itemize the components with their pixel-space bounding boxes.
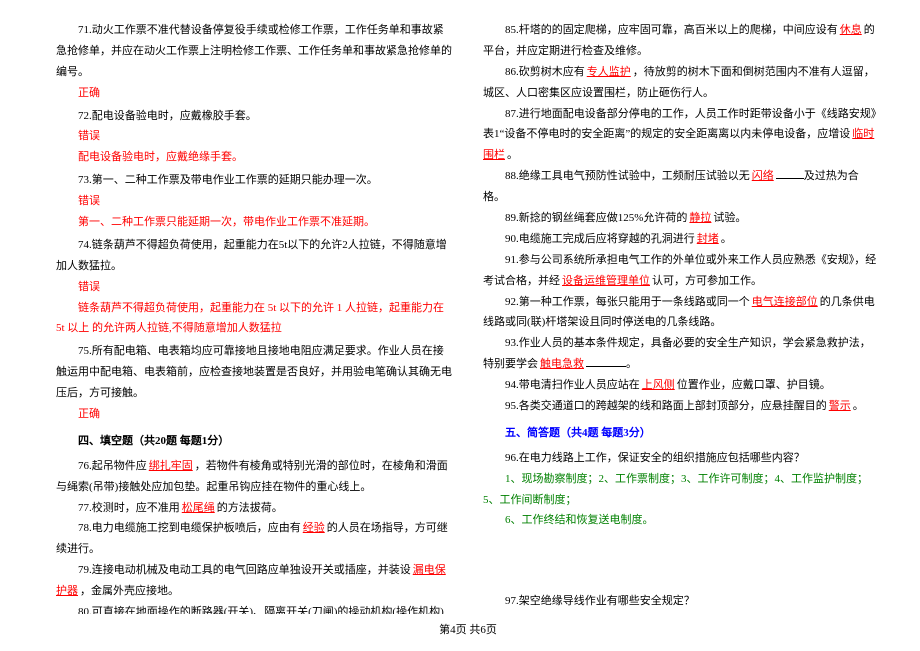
q86-blank: 专人监护 <box>585 66 633 78</box>
q96-text: 96.在电力线路上工作，保证安全的组织措施应包括哪些内容？ <box>483 448 880 469</box>
q72-answer-b: 配电设备验电时，应戴绝缘手套。 <box>56 147 453 168</box>
q85-blank: 休息 <box>838 24 864 36</box>
q73-answer-b: 第一、二种工作票只能延期一次，带电作业工作票不准延期。 <box>56 212 453 233</box>
q92: 92.第一种工作票，每张只能用于一条线路或同一个电气连接部位的几条供电线路或同(… <box>483 292 880 334</box>
q88-a: 88.绝缘工具电气预防性试验中，工频耐压试验以无 <box>505 170 750 182</box>
q80-a: 80.可直接在地面操作的断路器(开关)、隔离开关(刀闸)的操动机构(操作机构)应 <box>56 606 444 614</box>
q93: 93.作业人员的基本条件规定，具备必要的安全生产知识，学会紧急救护法，特别要学会… <box>483 333 880 375</box>
q71: 71.动火工作票不准代替设备停复役手续或检修工作票，工作任务单和事故紧急抢修单，… <box>56 20 453 104</box>
q90: 90.电缆施工完成后应将穿越的孔洞进行封堵。 <box>483 229 880 250</box>
q87: 87.进行地面配电设备部分停电的工作，人员工作时距带设备小于《线路安规》表1“设… <box>483 104 880 167</box>
q90-c: 。 <box>721 233 732 245</box>
q79-a: 79.连接电动机械及电动工具的电气回路应单独设开关或插座，并装设 <box>78 564 411 576</box>
q92-a: 92.第一种工作票，每张只能用于一条线路或同一个 <box>505 296 750 308</box>
q90-blank: 封堵 <box>695 233 721 245</box>
q91-blank: 设备运维管理单位 <box>560 275 652 287</box>
q76-blank: 绑扎牢固 <box>147 460 195 472</box>
q74-answer-b: 链条葫芦不得超负荷使用，起重能力在 5t 以下的允许 1 人拉链，起重能力在 5… <box>56 298 453 340</box>
section-4-title: 四、填空题（共20题 每题1分） <box>56 431 453 452</box>
q75-text: 75.所有配电箱、电表箱均应可靠接地且接地电阻应满足要求。作业人员在接触运用中配… <box>56 341 453 404</box>
q73-answer-a: 错误 <box>56 191 453 212</box>
q72-text: 72.配电设备验电时，应戴橡胶手套。 <box>56 106 453 127</box>
q77-a: 77.校测时，应不准用 <box>78 502 180 514</box>
q96-answer-b: 6、工作终结和恢复送电制度。 <box>483 510 880 531</box>
q77: 77.校测时，应不准用松尾绳的方法拔荷。 <box>56 498 453 519</box>
q78-blank: 经验 <box>301 522 327 534</box>
page: 71.动火工作票不准代替设备停复役手续或检修工作票，工作任务单和事故紧急抢修单，… <box>0 0 920 651</box>
q71-text: 71.动火工作票不准代替设备停复役手续或检修工作票，工作任务单和事故紧急抢修单，… <box>56 20 453 83</box>
q77-c: 的方法拔荷。 <box>217 502 283 514</box>
spacer <box>483 531 880 591</box>
q89-a: 89.新捻的钢丝绳套应做125%允许荷的 <box>505 212 687 224</box>
q73: 73.第一、二种工作票及带电作业工作票的延期只能办理一次。 错误 第一、二种工作… <box>56 170 453 233</box>
right-column: 85.杆塔的的固定爬梯，应牢固可靠，高百米以上的爬梯，中间应设有休息的平台，并应… <box>483 20 880 614</box>
q79-c: ，金属外壳应接地。 <box>80 585 179 597</box>
q77-blank: 松尾绳 <box>180 502 217 514</box>
q89: 89.新捻的钢丝绳套应做125%允许荷的静拉试验。 <box>483 208 880 229</box>
q85: 85.杆塔的的固定爬梯，应牢固可靠，高百米以上的爬梯，中间应设有休息的平台，并应… <box>483 20 880 62</box>
q91-c: 认可，方可参加工作。 <box>652 275 762 287</box>
q75-answer: 正确 <box>56 404 453 425</box>
q95-a: 95.各类交通道口的跨越架的线和路面上部封顶部分，应悬挂醒目的 <box>505 400 827 412</box>
q74-text: 74.链条葫芦不得超负荷使用，起重能力在5t以下的允许2人拉链，不得随意增加人数… <box>56 235 453 277</box>
q89-blank: 静拉 <box>687 212 713 224</box>
q90-a: 90.电缆施工完成后应将穿越的孔洞进行 <box>505 233 695 245</box>
q80: 80.可直接在地面操作的断路器(开关)、隔离开关(刀闸)的操动机构(操作机构)应… <box>56 602 453 614</box>
left-column: 71.动火工作票不准代替设备停复役手续或检修工作票，工作任务单和事故紧急抢修单，… <box>56 20 453 614</box>
q72-answer-a: 错误 <box>56 126 453 147</box>
q91: 91.参与公司系统所承担电气工作的外单位或外来工作人员应熟悉《安规》，经考试合格… <box>483 250 880 292</box>
q92-blank: 电气连接部位 <box>750 296 820 308</box>
q88: 88.绝缘工具电气预防性试验中，工频耐压试验以无闪络及过热为合格。 <box>483 166 880 208</box>
q74-answer-a: 错误 <box>56 277 453 298</box>
q88-blank2 <box>776 178 804 179</box>
q76-a: 76.起吊物件应 <box>78 460 147 472</box>
q72: 72.配电设备验电时，应戴橡胶手套。 错误 配电设备验电时，应戴绝缘手套。 <box>56 106 453 169</box>
q78: 78.电力电缆施工挖到电缆保护板喷后，应由有经验的人员在场指导，方可继续进行。 <box>56 518 453 560</box>
q96-answer-a: 1、现场勘察制度；2、工作票制度；3、工作许可制度；4、工作监护制度；5、工作间… <box>483 469 880 511</box>
q79: 79.连接电动机械及电动工具的电气回路应单独设开关或插座，并装设漏电保护器，金属… <box>56 560 453 602</box>
q93-blank2 <box>586 366 626 367</box>
q93-c: 。 <box>626 358 637 370</box>
q95-c: 。 <box>853 400 864 412</box>
q97-text: 97.架空绝缘导线作业有哪些安全规定？ <box>483 591 880 612</box>
q88-blank: 闪络 <box>750 170 776 182</box>
q78-a: 78.电力电缆施工挖到电缆保护板喷后，应由有 <box>78 522 301 534</box>
section-5-title: 五、简答题（共4题 每题3分） <box>483 423 880 444</box>
columns: 71.动火工作票不准代替设备停复役手续或检修工作票，工作任务单和事故紧急抢修单，… <box>56 20 880 614</box>
q75: 75.所有配电箱、电表箱均应可靠接地且接地电阻应满足要求。作业人员在接触运用中配… <box>56 341 453 425</box>
q89-c: 试验。 <box>713 212 746 224</box>
q94-c: 位置作业，应戴口罩、护目镜。 <box>677 379 831 391</box>
q95: 95.各类交通道口的跨越架的线和路面上部封顶部分，应悬挂醒目的警示。 <box>483 396 880 417</box>
q76: 76.起吊物件应绑扎牢固，若物件有棱角或特别光滑的部位时，在棱角和滑面与绳索(吊… <box>56 456 453 498</box>
q87-c: 。 <box>507 149 518 161</box>
q73-text: 73.第一、二种工作票及带电作业工作票的延期只能办理一次。 <box>56 170 453 191</box>
q74: 74.链条葫芦不得超负荷使用，起重能力在5t以下的允许2人拉链，不得随意增加人数… <box>56 235 453 339</box>
q87-a: 87.进行地面配电设备部分停电的工作，人员工作时距带设备小于《线路安规》表1“设… <box>483 108 876 141</box>
q93-blank: 触电急救 <box>538 358 586 370</box>
q85-a: 85.杆塔的的固定爬梯，应牢固可靠，高百米以上的爬梯，中间应设有 <box>505 24 838 36</box>
q95-blank: 警示 <box>827 400 853 412</box>
q71-answer: 正确 <box>56 83 453 104</box>
q86: 86.砍剪树木应有专人监护，待放剪的树木下面和倒树范围内不准有人逗留，城区、人口… <box>483 62 880 104</box>
q94-blank: 上风侧 <box>640 379 677 391</box>
q94: 94.带电清扫作业人员应站在上风侧位置作业，应戴口罩、护目镜。 <box>483 375 880 396</box>
q94-a: 94.带电清扫作业人员应站在 <box>505 379 640 391</box>
page-footer: 第4页 共6页 <box>56 614 880 641</box>
q86-a: 86.砍剪树木应有 <box>505 66 585 78</box>
